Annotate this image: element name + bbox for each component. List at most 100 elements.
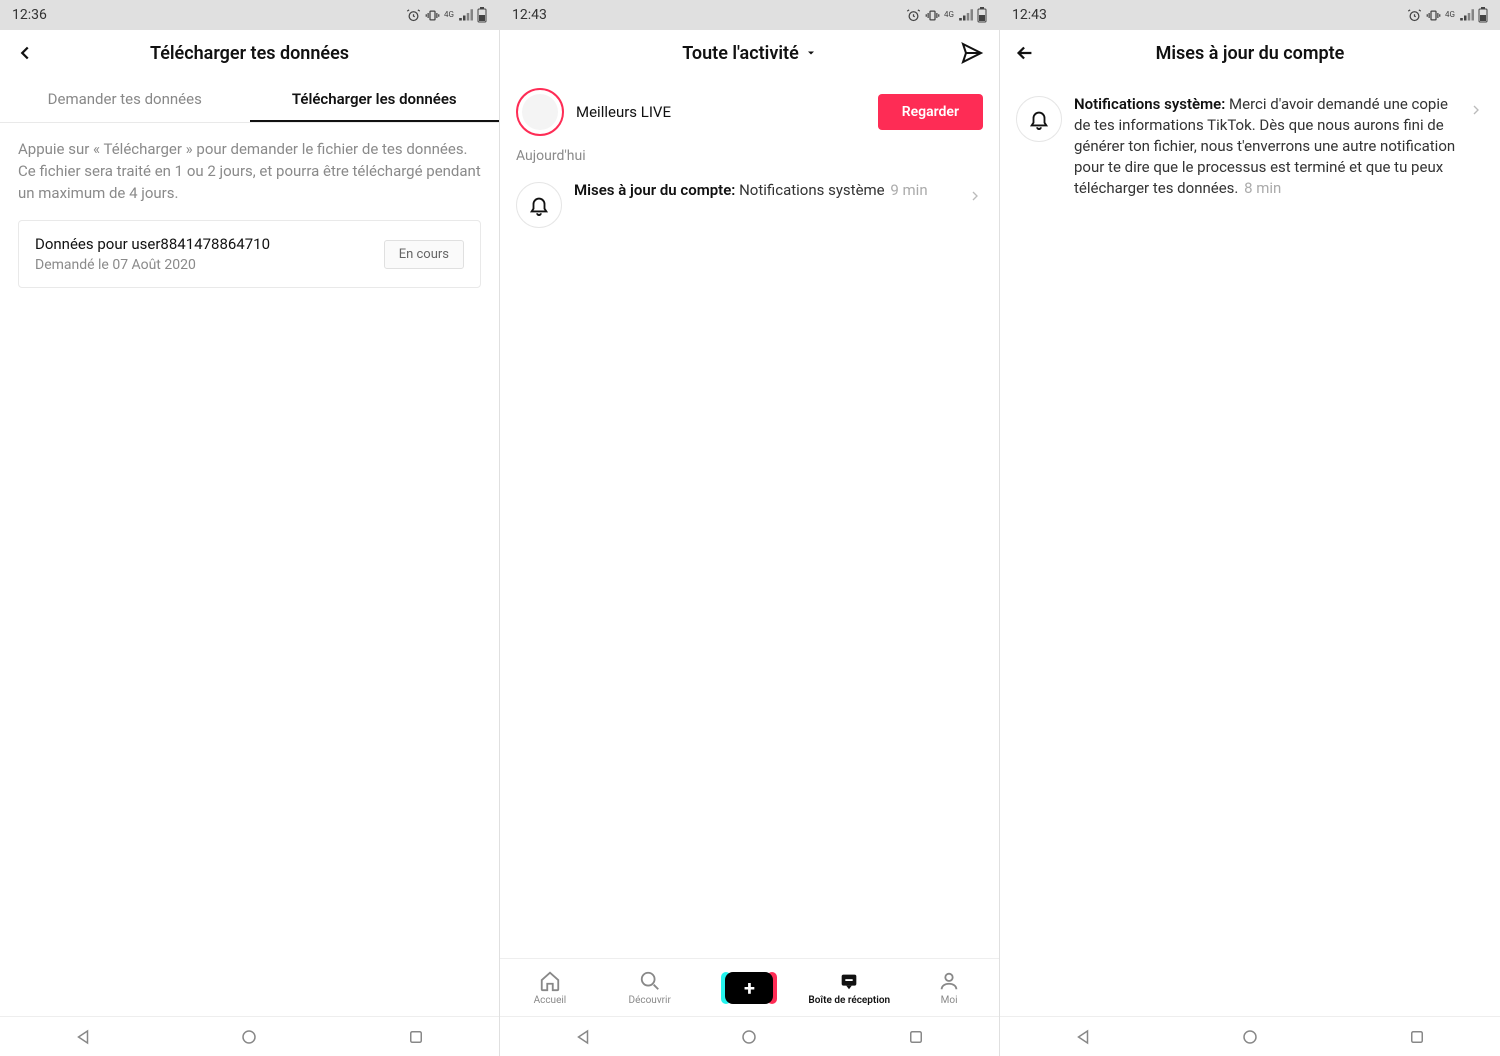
vibrate-icon	[425, 8, 440, 23]
send-button[interactable]	[957, 38, 987, 68]
android-recent[interactable]	[1405, 1025, 1429, 1049]
data-request-card: Données pour user8841478864710 Demandé l…	[18, 220, 481, 288]
vibrate-icon	[1426, 8, 1441, 23]
bottom-tabbar: Accueil Découvrir + Boîte de réception M…	[500, 958, 999, 1016]
live-label: Meilleurs LIVE	[576, 103, 866, 121]
notification-row[interactable]: Notifications système: Merci d'avoir dem…	[1000, 76, 1500, 209]
person-icon	[938, 970, 960, 992]
notif-time: 8 min	[1240, 179, 1281, 197]
live-row[interactable]: Meilleurs LIVE Regarder	[500, 76, 999, 148]
alarm-icon	[406, 8, 421, 23]
send-icon	[960, 41, 984, 65]
status-bar: 12:36 4G	[0, 0, 499, 30]
tabbar-discover[interactable]: Découvrir	[600, 969, 700, 1006]
watch-button[interactable]: Regarder	[878, 94, 983, 130]
tabbar-create[interactable]: +	[700, 972, 800, 1004]
status-bar: 12:43 4G	[1000, 0, 1500, 30]
card-subtitle: Demandé le 07 Août 2020	[35, 257, 270, 273]
notif-title: Notifications système:	[1074, 95, 1225, 113]
tabbar-discover-label: Découvrir	[629, 995, 671, 1006]
android-recent[interactable]	[904, 1025, 928, 1049]
tabs: Demander tes données Télécharger les don…	[0, 76, 499, 123]
card-info: Données pour user8841478864710 Demandé l…	[35, 235, 270, 273]
tabbar-inbox[interactable]: Boîte de réception	[799, 969, 899, 1006]
status-icons: 4G	[906, 7, 987, 23]
android-nav-bar	[500, 1016, 999, 1056]
android-nav-bar	[1000, 1016, 1500, 1056]
content-area: Meilleurs LIVE Regarder Aujourd'hui Mise…	[500, 76, 999, 1056]
battery-icon	[977, 7, 987, 23]
tabbar-home[interactable]: Accueil	[500, 969, 600, 1006]
status-icons: 4G	[406, 7, 487, 23]
bell-icon	[1028, 108, 1050, 130]
notif-text: Notifications système: Merci d'avoir dem…	[1074, 94, 1456, 199]
android-recent[interactable]	[404, 1025, 428, 1049]
signal-icon	[958, 8, 973, 23]
home-icon	[539, 970, 561, 992]
live-avatar-ring	[516, 88, 564, 136]
phone-left: 12:36 4G Télécharger tes données Demande…	[0, 0, 500, 1056]
battery-icon	[1478, 7, 1488, 23]
dropdown-label: Toute l'activité	[682, 43, 799, 64]
notif-text: Mises à jour du compte: Notifications sy…	[574, 180, 955, 201]
chevron-right	[1468, 94, 1484, 118]
page-header: Toute l'activité	[500, 30, 999, 76]
tab-download-data[interactable]: Télécharger les données	[250, 76, 500, 122]
notif-title: Mises à jour du compte:	[574, 181, 735, 199]
alarm-icon	[1407, 8, 1422, 23]
status-bar: 12:43 4G	[500, 0, 999, 30]
tabbar-me[interactable]: Moi	[899, 969, 999, 1006]
android-back[interactable]	[571, 1025, 595, 1049]
status-time: 12:36	[12, 7, 47, 23]
phone-middle: 12:43 4G Toute l'activité Meilleurs LIVE…	[500, 0, 1000, 1056]
chevron-right-icon	[1468, 102, 1484, 118]
back-button[interactable]	[1010, 38, 1040, 68]
tabbar-me-label: Moi	[941, 995, 958, 1006]
tabbar-home-label: Accueil	[534, 995, 567, 1006]
content-area: Appuie sur « Télécharger » pour demander…	[0, 123, 499, 1056]
page-title: Télécharger tes données	[14, 43, 485, 64]
android-back[interactable]	[1071, 1025, 1095, 1049]
android-back[interactable]	[71, 1025, 95, 1049]
android-home[interactable]	[737, 1025, 761, 1049]
chevron-left-icon	[14, 42, 36, 64]
notif-icon-circle	[1016, 96, 1062, 142]
inbox-icon	[838, 970, 860, 992]
bell-icon	[528, 194, 550, 216]
notif-body: Notifications système	[735, 181, 884, 199]
android-home[interactable]	[237, 1025, 261, 1049]
status-badge[interactable]: En cours	[384, 240, 464, 269]
status-icons: 4G	[1407, 7, 1488, 23]
signal-icon	[458, 8, 473, 23]
notif-icon-circle	[516, 182, 562, 228]
page-header: Télécharger tes données	[0, 30, 499, 76]
content-area: Notifications système: Merci d'avoir dem…	[1000, 76, 1500, 1056]
plus-icon: +	[744, 978, 755, 998]
arrow-left-icon	[1014, 42, 1036, 64]
phone-right: 12:43 4G Mises à jour du compte Notifica…	[1000, 0, 1500, 1056]
tab-request-data[interactable]: Demander tes données	[0, 76, 250, 122]
vibrate-icon	[925, 8, 940, 23]
tabbar-inbox-label: Boîte de réception	[808, 995, 890, 1006]
avatar	[522, 94, 558, 130]
android-home[interactable]	[1238, 1025, 1262, 1049]
back-button[interactable]	[10, 38, 40, 68]
page-header: Mises à jour du compte	[1000, 30, 1500, 76]
activity-dropdown[interactable]: Toute l'activité	[514, 43, 985, 64]
section-today: Aujourd'hui	[500, 148, 999, 170]
signal-icon	[1459, 8, 1474, 23]
card-title: Données pour user8841478864710	[35, 235, 270, 253]
search-icon	[639, 970, 661, 992]
notif-time: 9 min	[887, 181, 928, 199]
helper-text: Appuie sur « Télécharger » pour demander…	[0, 123, 499, 220]
page-title: Mises à jour du compte	[1014, 43, 1486, 64]
alarm-icon	[906, 8, 921, 23]
chevron-right-icon	[967, 188, 983, 204]
notification-row[interactable]: Mises à jour du compte: Notifications sy…	[500, 170, 999, 238]
android-nav-bar	[0, 1016, 499, 1056]
battery-icon	[477, 7, 487, 23]
chevron-right	[967, 180, 983, 204]
status-time: 12:43	[1012, 7, 1047, 23]
status-time: 12:43	[512, 7, 547, 23]
caret-down-icon	[805, 47, 817, 59]
